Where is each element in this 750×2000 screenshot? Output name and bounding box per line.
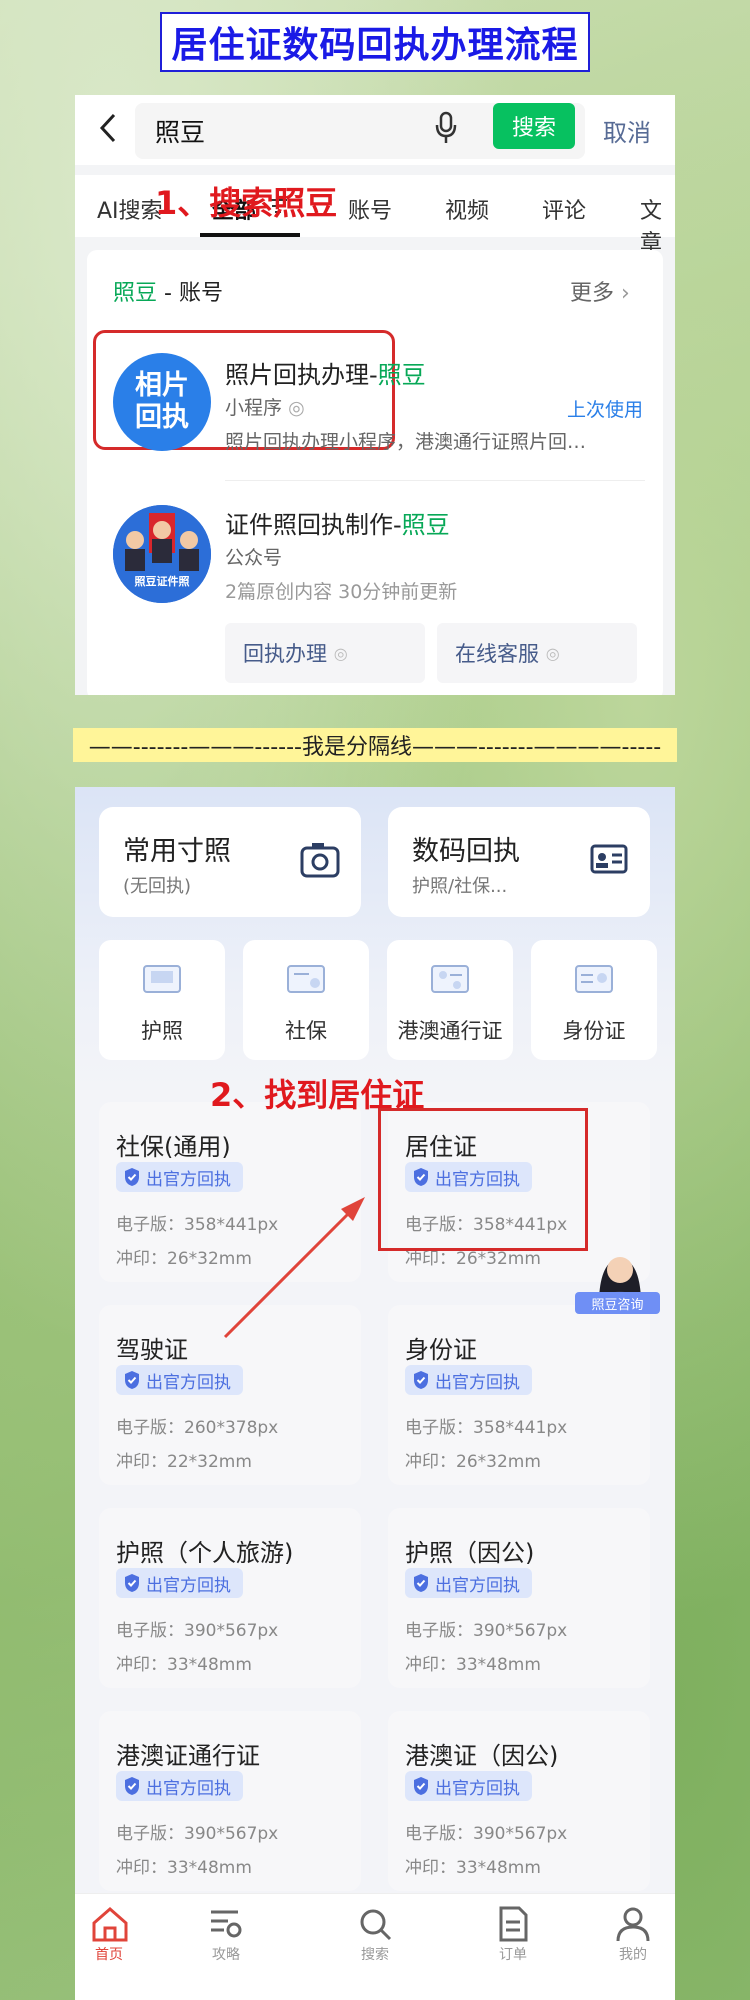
official-receipt-badge: 出官方回执 <box>116 1568 243 1598</box>
result-divider <box>225 480 645 481</box>
category-label: 身份证 <box>562 1019 626 1043</box>
tab-article[interactable]: 文章 <box>640 193 675 257</box>
miniprogram-screen: 常用寸照 (无回执) 数码回执 护照/社保... 护照 社保 港澳通行证 身份证… <box>75 787 675 2000</box>
category-label: 护照 <box>141 1019 183 1043</box>
official-account-logo-text: 照豆证件照 <box>134 575 190 588</box>
passport-icon <box>143 965 181 997</box>
document-name: 社保(通用) <box>116 1133 231 1161</box>
id-card-icon <box>590 844 628 878</box>
profile-icon[interactable] <box>615 1906 651 1942</box>
digital-size: 电子版：358*441px <box>405 1418 568 1438</box>
document-name: 护照（因公) <box>405 1539 535 1567</box>
digital-receipt-title: 数码回执 <box>412 836 520 867</box>
receipt-service-button[interactable]: 回执办理 ◎ <box>225 623 425 683</box>
order-icon[interactable] <box>495 1906 531 1942</box>
official-receipt-badge: 出官方回执 <box>405 1365 532 1395</box>
search-input[interactable]: 照豆 <box>155 113 205 149</box>
shield-icon <box>414 1574 428 1592</box>
common-size-sub: (无回执) <box>123 876 192 897</box>
official-receipt-badge: 出官方回执 <box>405 1771 532 1801</box>
step1-annotation: 1、搜索照豆 <box>155 184 338 222</box>
tab-ai-search[interactable]: AI搜索 <box>97 193 163 225</box>
nav-label-order: 订单 <box>499 1947 527 1963</box>
official-receipt-badge: 出官方回执 <box>116 1771 243 1801</box>
last-used-badge: 上次使用 <box>567 399 644 421</box>
official-receipt-badge: 出官方回执 <box>405 1568 532 1598</box>
digital-size: 电子版：390*567px <box>116 1621 279 1641</box>
camera-icon <box>300 842 340 882</box>
guide-icon[interactable] <box>208 1906 244 1942</box>
official-receipt-badge: 出官方回执 <box>116 1162 243 1192</box>
official-receipt-badge: 出官方回执 <box>116 1365 243 1395</box>
print-size: 冲印：33*48mm <box>116 1858 252 1878</box>
search-button[interactable]: 搜索 <box>493 103 575 149</box>
tab-account[interactable]: 账号 <box>348 193 392 225</box>
official-account-logo: 照豆证件照 <box>113 505 211 603</box>
official-account-type: 公众号 <box>225 547 283 569</box>
shield-icon <box>414 1777 428 1795</box>
permit-icon <box>431 965 469 997</box>
print-size: 冲印：33*48mm <box>116 1655 252 1675</box>
section-divider: ——-------———------我是分隔线———-------————---… <box>73 728 677 762</box>
identity-card-icon <box>575 965 613 997</box>
miniprogram-logo: 相片 回执 <box>113 353 211 451</box>
nav-label-guide: 攻略 <box>212 1947 240 1963</box>
document-name: 护照（个人旅游) <box>116 1539 294 1567</box>
official-account-title[interactable]: 证件照回执制作-照豆 <box>225 505 450 540</box>
print-size: 冲印：26*32mm <box>405 1452 541 1472</box>
tab-video[interactable]: 视频 <box>445 193 489 225</box>
highlight-box-residence-permit <box>378 1108 588 1251</box>
print-size: 冲印：33*48mm <box>405 1655 541 1675</box>
active-tab-indicator <box>200 233 300 237</box>
digital-size: 电子版：390*567px <box>116 1824 279 1844</box>
nav-label-home: 首页 <box>95 1947 123 1963</box>
official-account-desc: 2篇原创内容 30分钟前更新 <box>225 581 458 603</box>
microphone-icon[interactable] <box>435 111 457 145</box>
miniprogram-desc: 照片回执办理小程序，港澳通行证照片回… <box>225 431 587 453</box>
nav-label-profile: 我的 <box>619 1947 647 1963</box>
digital-receipt-sub: 护照/社保... <box>412 876 508 897</box>
document-name: 港澳证通行证 <box>116 1742 260 1770</box>
digital-size: 电子版：260*378px <box>116 1418 279 1438</box>
cancel-button[interactable]: 取消 <box>603 113 651 148</box>
common-size-title: 常用寸照 <box>123 836 231 867</box>
online-service-button[interactable]: 在线客服 ◎ <box>437 623 637 683</box>
print-size: 冲印：33*48mm <box>405 1858 541 1878</box>
account-section-title: 照豆 - 账号 <box>113 281 223 306</box>
miniprogram-title[interactable]: 照片回执办理-照豆 <box>225 355 426 390</box>
shield-icon <box>414 1371 428 1389</box>
document-name: 港澳证（因公) <box>405 1742 559 1770</box>
nav-label-search: 搜索 <box>361 1947 389 1963</box>
document-name: 身份证 <box>405 1336 477 1364</box>
search-icon[interactable] <box>357 1906 393 1942</box>
digital-size: 电子版：390*567px <box>405 1621 568 1641</box>
shield-icon <box>125 1574 139 1592</box>
bottom-nav: 首页 攻略 搜索 订单 我的 <box>75 1893 675 2000</box>
social-security-icon <box>287 965 325 997</box>
print-size: 冲印：22*32mm <box>116 1452 252 1472</box>
page-title: 居住证数码回执办理流程 <box>160 12 590 72</box>
consult-button[interactable]: 照豆咨询 <box>575 1292 660 1314</box>
tab-comment[interactable]: 评论 <box>542 193 586 225</box>
category-label: 社保 <box>285 1019 327 1043</box>
category-label: 港澳通行证 <box>397 1019 503 1043</box>
miniprogram-type: 小程序 ◎ <box>225 397 305 419</box>
document-name: 驾驶证 <box>116 1336 188 1364</box>
shield-icon <box>125 1777 139 1795</box>
pointer-arrow <box>223 1197 365 1339</box>
digital-size: 电子版：390*567px <box>405 1824 568 1844</box>
shield-icon <box>125 1371 139 1389</box>
shield-icon <box>125 1168 139 1186</box>
back-icon[interactable] <box>97 111 119 154</box>
home-icon[interactable] <box>91 1906 128 1942</box>
more-link[interactable]: 更多 › <box>570 275 630 307</box>
